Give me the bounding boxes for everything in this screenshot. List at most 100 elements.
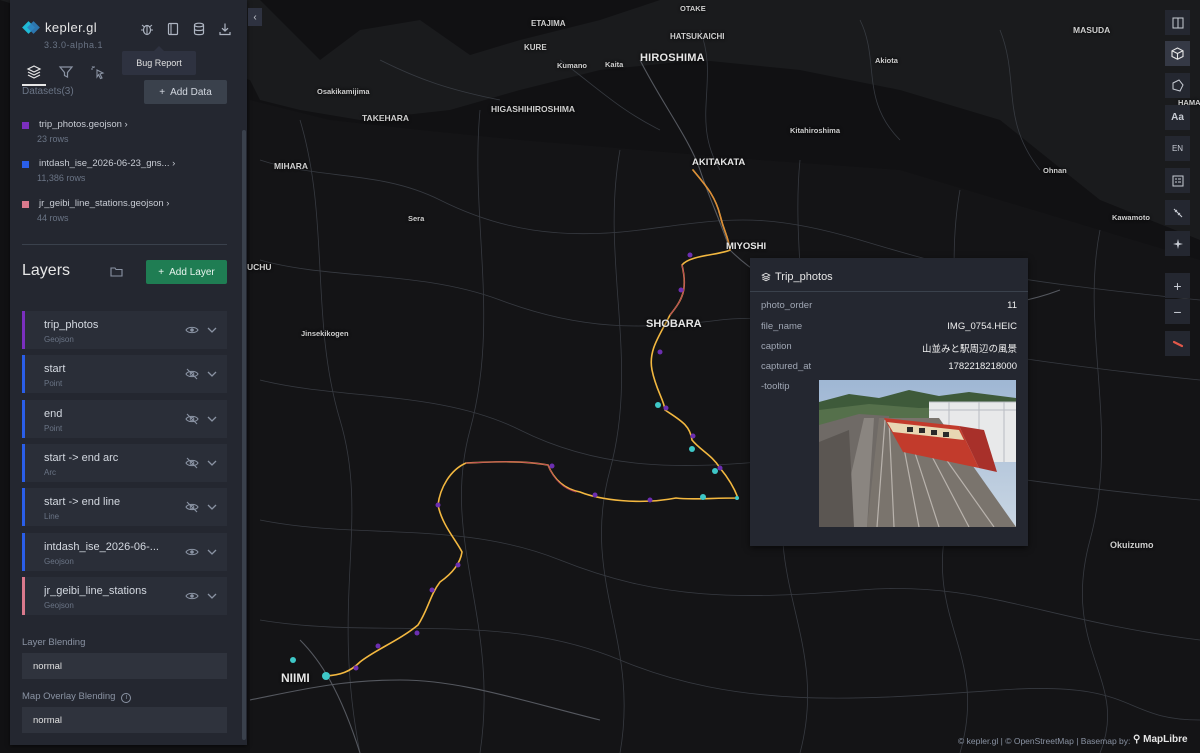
eye-off-icon[interactable]: [185, 456, 199, 470]
layer-type: Point: [44, 379, 63, 388]
folder-icon[interactable]: [110, 264, 123, 282]
layer-color-bar: [22, 444, 25, 482]
eye-icon[interactable]: [185, 589, 199, 603]
zoom-out-button[interactable]: −: [1165, 299, 1190, 324]
layer-name: trip_photos: [44, 319, 99, 331]
add-layer-button[interactable]: + Add Layer: [146, 260, 227, 284]
layer-item-start[interactable]: start Point: [22, 355, 227, 393]
dataset-rows: 23 rows: [37, 134, 69, 144]
layer-item-start-end-arc[interactable]: start -> end arc Arc: [22, 444, 227, 482]
locale-button[interactable]: EN: [1165, 136, 1190, 161]
overlay-blending-label: Map Overlay Blending i: [22, 691, 132, 703]
section-divider: [22, 244, 227, 245]
city-label: HIGASHIHIROSHIMA: [491, 104, 576, 114]
city-label: UCHU: [247, 262, 272, 272]
kepler-logo-icon: [22, 20, 40, 35]
city-label: Akiota: [875, 56, 898, 65]
chevron-down-icon[interactable]: [206, 323, 218, 337]
layer-legend-button[interactable]: [1165, 73, 1190, 98]
bug-icon[interactable]: [138, 20, 156, 38]
tooltip-key: file_name: [761, 321, 803, 332]
chevron-down-icon[interactable]: [206, 367, 218, 381]
layer-item-jr-geibi-line-stations[interactable]: jr_geibi_line_stations Geojson: [22, 577, 227, 615]
city-label: Kawamoto: [1112, 213, 1150, 222]
maplibre-logo[interactable]: ⚲ MapLibre: [1133, 734, 1188, 745]
compass-icon: [1172, 340, 1183, 347]
collapse-panel-button[interactable]: ‹: [248, 8, 262, 26]
layer-color-bar: [22, 400, 25, 438]
city-label: SHOBARA: [646, 318, 702, 330]
tooltip-value: 山並みと駅周辺の風景: [921, 344, 1017, 355]
effects-button[interactable]: [1165, 231, 1190, 256]
layer-color-bar: [22, 488, 25, 526]
polygon-icon: [1172, 79, 1184, 92]
info-icon[interactable]: i: [121, 693, 132, 703]
layer-type: Line: [44, 512, 60, 521]
layer-color-bar: [22, 311, 25, 349]
filter-tab-icon[interactable]: [56, 62, 76, 82]
eye-icon[interactable]: [185, 545, 199, 559]
overlay-blending-select[interactable]: normal: [22, 707, 227, 733]
bug-report-tooltip: Bug Report: [122, 46, 196, 75]
dataset-rows: 11,386 rows: [37, 173, 86, 183]
add-layer-label: Add Layer: [169, 266, 215, 278]
pin-icon: ⚲: [1133, 734, 1141, 745]
database-icon[interactable]: [190, 20, 208, 38]
layer-item-start-end-line[interactable]: start -> end line Line: [22, 488, 227, 526]
city-label: OTAKE: [680, 4, 706, 13]
zoom-in-button[interactable]: +: [1165, 273, 1190, 298]
eye-off-icon[interactable]: [185, 412, 199, 426]
tooltip-divider: [750, 291, 1028, 292]
tooltip-key: photo_order: [761, 300, 813, 311]
layer-item-end[interactable]: end Point: [22, 400, 227, 438]
layer-blending-select[interactable]: normal: [22, 653, 227, 679]
layers-tab-icon[interactable]: [24, 62, 44, 82]
add-data-button[interactable]: + Add Data: [144, 80, 227, 104]
app-logo: kepler.gl: [22, 20, 98, 35]
chevron-down-icon[interactable]: [206, 412, 218, 426]
tooltip-layer-name: Trip_photos: [775, 271, 833, 283]
app-name: kepler.gl: [45, 20, 98, 35]
split-map-button[interactable]: [1165, 10, 1190, 35]
city-label: MIHARA: [274, 161, 308, 171]
chevron-down-icon[interactable]: [206, 456, 218, 470]
tooltip-value: 11: [1007, 300, 1017, 311]
map-labels-button[interactable]: Aa: [1165, 105, 1190, 130]
dataset-color-swatch: [22, 161, 29, 168]
map-attribution[interactable]: © kepler.gl | © OpenStreetMap | Basemap …: [958, 736, 1130, 746]
side-panel: kepler.gl 3.3.0-alpha.1 Bug Report Datas…: [10, 0, 247, 745]
city-label: MIYOSHI: [726, 241, 767, 252]
dataset-name: trip_photos.geojson ›: [39, 119, 128, 130]
map-legend-button[interactable]: [1165, 168, 1190, 193]
compass-button[interactable]: [1165, 331, 1190, 356]
chevron-down-icon[interactable]: [206, 545, 218, 559]
city-label: Ohnan: [1043, 166, 1067, 175]
layer-item-intdash[interactable]: intdash_ise_2026-06-... Geojson: [22, 533, 227, 571]
city-label: HATSUKAICHI: [670, 32, 725, 41]
layer-name: start -> end line: [44, 496, 121, 508]
layer-type: Point: [44, 424, 63, 433]
eye-off-icon[interactable]: [185, 367, 199, 381]
city-label: Jinsekikogen: [301, 329, 349, 338]
layer-item-trip-photos[interactable]: trip_photos Geojson: [22, 311, 227, 349]
3d-view-button[interactable]: [1165, 41, 1190, 66]
download-icon[interactable]: [216, 20, 234, 38]
panel-top-actions: [138, 20, 234, 38]
dataset-name: jr_geibi_line_stations.geojson ›: [39, 198, 170, 209]
draw-button[interactable]: [1165, 200, 1190, 225]
layer-color-bar: [22, 355, 25, 393]
docs-icon[interactable]: [164, 20, 182, 38]
eye-off-icon[interactable]: [185, 500, 199, 514]
plus-icon: +: [158, 266, 165, 278]
city-label: AKITAKATA: [692, 157, 746, 168]
datasets-heading: Datasets(3): [22, 86, 74, 97]
chevron-down-icon[interactable]: [206, 500, 218, 514]
plus-icon: +: [159, 86, 166, 98]
chevron-down-icon[interactable]: [206, 589, 218, 603]
interaction-tab-icon[interactable]: [88, 62, 108, 82]
panel-scrollbar[interactable]: [242, 130, 246, 740]
layer-type: Arc: [44, 468, 56, 477]
tooltip-key: -tooltip: [761, 381, 790, 392]
eye-icon[interactable]: [185, 323, 199, 337]
city-label: Osakikamijima: [317, 87, 370, 96]
